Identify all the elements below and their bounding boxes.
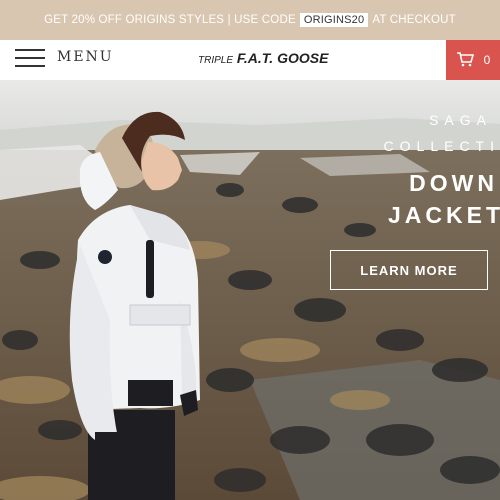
shopping-cart-icon — [456, 51, 474, 70]
site-logo[interactable]: TRIPLE F.A.T. GOOSE — [198, 50, 328, 66]
hero-subtitle-line1: SAGA — [429, 112, 492, 128]
logo-end-text: GOOSE — [277, 50, 329, 66]
hamburger-menu-icon[interactable] — [15, 49, 45, 69]
hero-title-line1: DOWN — [409, 170, 498, 196]
menu-label[interactable]: MENU — [57, 49, 114, 65]
logo-small-text: TRIPLE — [198, 55, 234, 66]
learn-more-button[interactable]: LEARN MORE — [330, 250, 488, 290]
promo-text-before: GET 20% OFF ORIGINS STYLES | USE CODE — [44, 14, 296, 26]
logo-main-text: F.A.T. — [236, 50, 274, 66]
cart-button[interactable]: 0 — [446, 40, 500, 80]
hero-subtitle-line2: COLLECTI — [383, 138, 500, 154]
promo-code: ORIGINS20 — [299, 13, 369, 27]
promo-bar: GET 20% OFF ORIGINS STYLES | USE CODE OR… — [0, 0, 500, 40]
promo-text-after: AT CHECKOUT — [372, 14, 456, 26]
hero-title-line2: JACKET — [387, 202, 500, 228]
hero-banner[interactable]: SAGA COLLECTI DOWN JACKET LEARN MORE — [0, 80, 500, 500]
site-header: MENU TRIPLE F.A.T. GOOSE — [0, 40, 500, 80]
cart-count: 0 — [483, 53, 491, 67]
